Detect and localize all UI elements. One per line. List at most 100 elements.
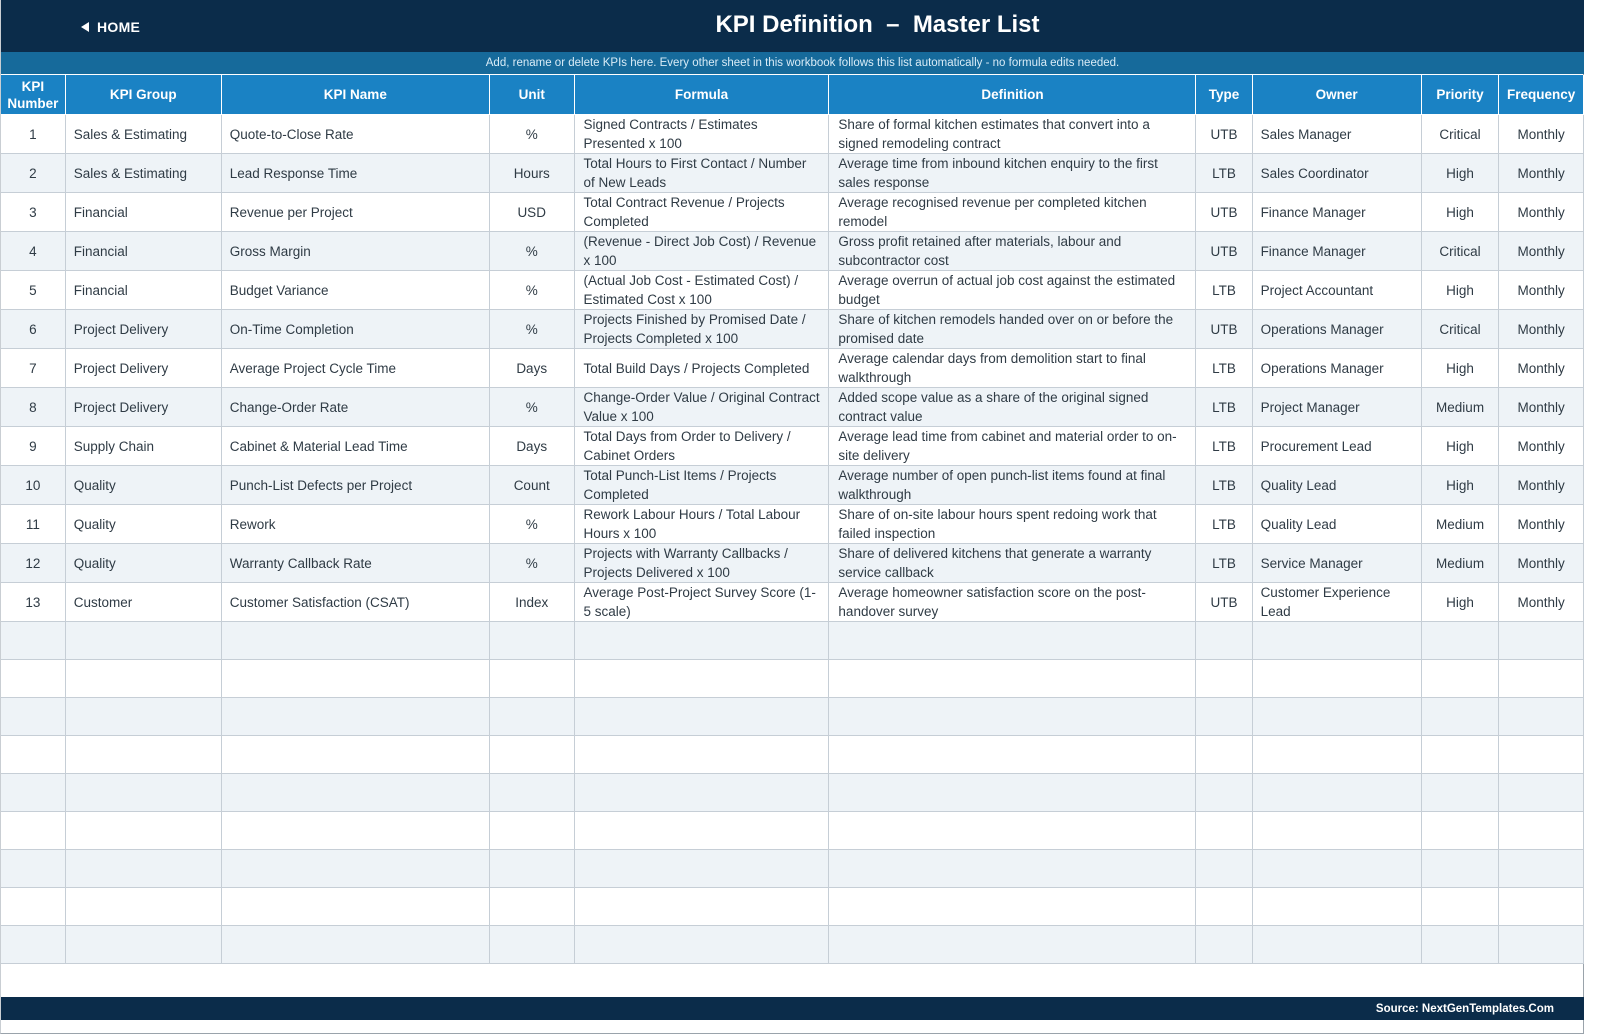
cell-frequency[interactable]: Monthly xyxy=(1498,231,1584,271)
cell-owner[interactable]: Procurement Lead xyxy=(1252,426,1422,466)
cell-definition[interactable]: Average recognised revenue per completed… xyxy=(828,192,1197,232)
empty-cell-type[interactable] xyxy=(1195,811,1253,850)
cell-unit[interactable]: % xyxy=(489,270,575,310)
empty-cell-kpi-name[interactable] xyxy=(221,925,490,964)
cell-type[interactable]: LTB xyxy=(1195,153,1253,193)
empty-cell-unit[interactable] xyxy=(489,849,575,888)
cell-kpi-name[interactable]: Change-Order Rate xyxy=(221,387,490,427)
cell-frequency[interactable]: Monthly xyxy=(1498,504,1584,544)
empty-cell-frequency[interactable] xyxy=(1498,735,1584,774)
cell-unit[interactable]: Days xyxy=(489,426,575,466)
empty-cell-kpi-number[interactable] xyxy=(1,849,66,888)
cell-frequency[interactable]: Monthly xyxy=(1498,270,1584,310)
empty-cell-definition[interactable] xyxy=(828,697,1197,736)
empty-cell-owner[interactable] xyxy=(1252,887,1422,926)
cell-priority[interactable]: Critical xyxy=(1421,114,1500,154)
cell-definition[interactable]: Average number of open punch-list items … xyxy=(828,465,1197,505)
cell-definition[interactable]: Average lead time from cabinet and mater… xyxy=(828,426,1197,466)
cell-owner[interactable]: Quality Lead xyxy=(1252,504,1422,544)
cell-kpi-number[interactable]: 11 xyxy=(1,504,66,544)
cell-kpi-number[interactable]: 13 xyxy=(1,582,66,622)
cell-type[interactable]: LTB xyxy=(1195,348,1253,388)
empty-cell-priority[interactable] xyxy=(1421,659,1500,698)
empty-cell-unit[interactable] xyxy=(489,887,575,926)
empty-cell-owner[interactable] xyxy=(1252,773,1422,812)
cell-unit[interactable]: % xyxy=(489,387,575,427)
empty-cell-priority[interactable] xyxy=(1421,887,1500,926)
cell-owner[interactable]: Finance Manager xyxy=(1252,231,1422,271)
cell-kpi-name[interactable]: Gross Margin xyxy=(221,231,490,271)
empty-cell-definition[interactable] xyxy=(828,849,1197,888)
cell-kpi-number[interactable]: 6 xyxy=(1,309,66,349)
cell-kpi-group[interactable]: Project Delivery xyxy=(65,348,222,388)
cell-formula[interactable]: Total Days from Order to Delivery / Cabi… xyxy=(574,426,830,466)
empty-cell-frequency[interactable] xyxy=(1498,849,1584,888)
cell-kpi-number[interactable]: 8 xyxy=(1,387,66,427)
cell-formula[interactable]: Total Hours to First Contact / Number of… xyxy=(574,153,830,193)
cell-kpi-group[interactable]: Supply Chain xyxy=(65,426,222,466)
empty-cell-formula[interactable] xyxy=(574,811,830,850)
cell-formula[interactable]: Signed Contracts / Estimates Presented x… xyxy=(574,114,830,154)
cell-unit[interactable]: Days xyxy=(489,348,575,388)
cell-kpi-name[interactable]: Average Project Cycle Time xyxy=(221,348,490,388)
empty-cell-owner[interactable] xyxy=(1252,659,1422,698)
empty-cell-type[interactable] xyxy=(1195,697,1253,736)
cell-kpi-number[interactable]: 5 xyxy=(1,270,66,310)
cell-unit[interactable]: Index xyxy=(489,582,575,622)
cell-kpi-number[interactable]: 3 xyxy=(1,192,66,232)
cell-kpi-group[interactable]: Sales & Estimating xyxy=(65,114,222,154)
cell-definition[interactable]: Average homeowner satisfaction score on … xyxy=(828,582,1197,622)
cell-owner[interactable]: Sales Manager xyxy=(1252,114,1422,154)
empty-cell-unit[interactable] xyxy=(489,621,575,660)
empty-cell-priority[interactable] xyxy=(1421,849,1500,888)
empty-cell-frequency[interactable] xyxy=(1498,659,1584,698)
cell-kpi-group[interactable]: Quality xyxy=(65,465,222,505)
empty-cell-priority[interactable] xyxy=(1421,621,1500,660)
empty-cell-priority[interactable] xyxy=(1421,811,1500,850)
empty-cell-kpi-group[interactable] xyxy=(65,697,222,736)
cell-kpi-name[interactable]: Quote-to-Close Rate xyxy=(221,114,490,154)
empty-cell-formula[interactable] xyxy=(574,697,830,736)
cell-priority[interactable]: Medium xyxy=(1421,387,1500,427)
cell-unit[interactable]: Count xyxy=(489,465,575,505)
empty-cell-definition[interactable] xyxy=(828,621,1197,660)
cell-owner[interactable]: Operations Manager xyxy=(1252,309,1422,349)
empty-cell-owner[interactable] xyxy=(1252,735,1422,774)
empty-cell-type[interactable] xyxy=(1195,735,1253,774)
cell-frequency[interactable]: Monthly xyxy=(1498,192,1584,232)
cell-formula[interactable]: Change-Order Value / Original Contract V… xyxy=(574,387,830,427)
cell-frequency[interactable]: Monthly xyxy=(1498,114,1584,154)
cell-kpi-number[interactable]: 12 xyxy=(1,543,66,583)
empty-cell-kpi-number[interactable] xyxy=(1,621,66,660)
cell-owner[interactable]: Sales Coordinator xyxy=(1252,153,1422,193)
cell-kpi-name[interactable]: Customer Satisfaction (CSAT) xyxy=(221,582,490,622)
empty-cell-formula[interactable] xyxy=(574,849,830,888)
empty-cell-formula[interactable] xyxy=(574,887,830,926)
empty-cell-owner[interactable] xyxy=(1252,925,1422,964)
cell-unit[interactable]: % xyxy=(489,543,575,583)
cell-formula[interactable]: Total Contract Revenue / Projects Comple… xyxy=(574,192,830,232)
cell-definition[interactable]: Average overrun of actual job cost again… xyxy=(828,270,1197,310)
empty-cell-kpi-number[interactable] xyxy=(1,811,66,850)
cell-type[interactable]: LTB xyxy=(1195,504,1253,544)
column-header-kpi-group[interactable]: KPI Group xyxy=(65,75,222,115)
column-header-definition[interactable]: Definition xyxy=(828,75,1197,115)
empty-cell-kpi-number[interactable] xyxy=(1,773,66,812)
cell-formula[interactable]: Rework Labour Hours / Total Labour Hours… xyxy=(574,504,830,544)
empty-cell-frequency[interactable] xyxy=(1498,697,1584,736)
cell-type[interactable]: LTB xyxy=(1195,543,1253,583)
column-header-type[interactable]: Type xyxy=(1195,75,1253,115)
cell-priority[interactable]: High xyxy=(1421,348,1500,388)
empty-cell-priority[interactable] xyxy=(1421,773,1500,812)
empty-cell-frequency[interactable] xyxy=(1498,811,1584,850)
cell-formula[interactable]: (Actual Job Cost - Estimated Cost) / Est… xyxy=(574,270,830,310)
cell-definition[interactable]: Average time from inbound kitchen enquir… xyxy=(828,153,1197,193)
cell-type[interactable]: LTB xyxy=(1195,465,1253,505)
empty-cell-kpi-name[interactable] xyxy=(221,773,490,812)
cell-kpi-name[interactable]: On-Time Completion xyxy=(221,309,490,349)
empty-cell-frequency[interactable] xyxy=(1498,621,1584,660)
empty-cell-kpi-number[interactable] xyxy=(1,697,66,736)
empty-cell-kpi-group[interactable] xyxy=(65,735,222,774)
cell-kpi-name[interactable]: Budget Variance xyxy=(221,270,490,310)
cell-definition[interactable]: Share of on-site labour hours spent redo… xyxy=(828,504,1197,544)
